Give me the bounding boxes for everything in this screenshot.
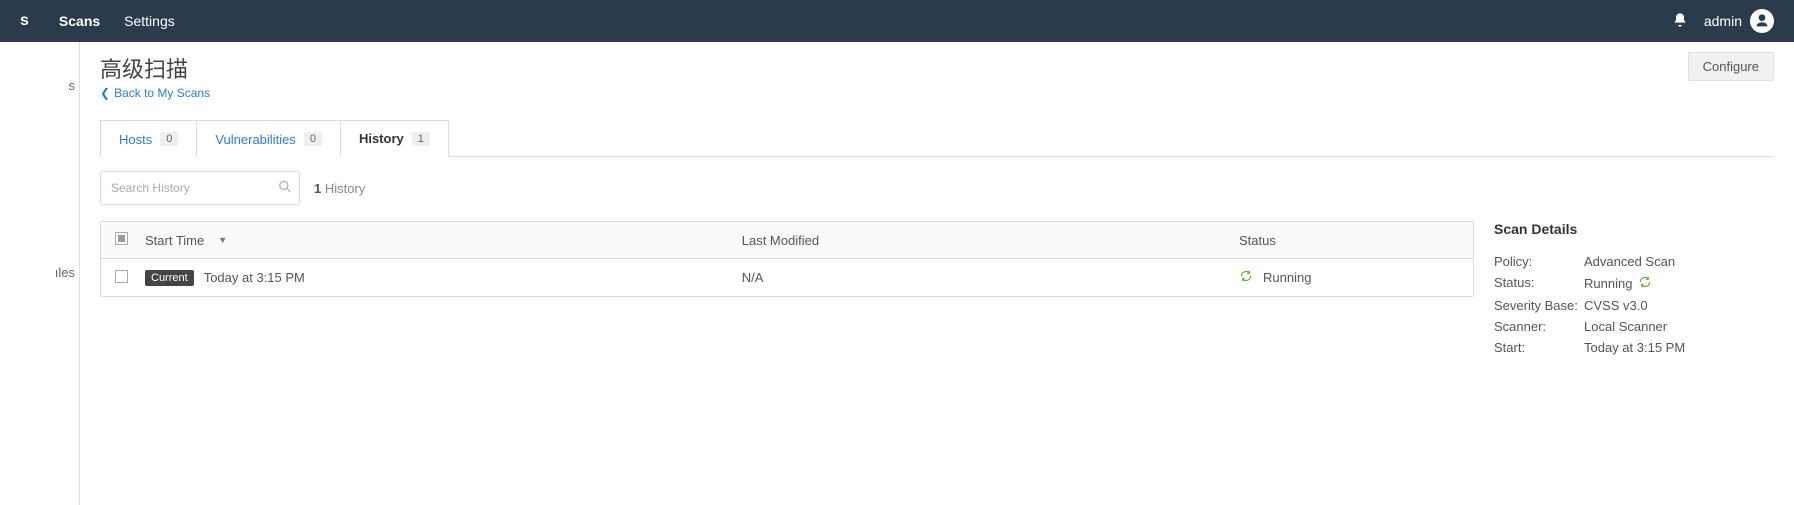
tab-hosts-label: Hosts [119, 132, 152, 147]
running-icon [1638, 275, 1652, 292]
configure-button[interactable]: Configure [1688, 52, 1774, 81]
detail-start-key: Start: [1494, 340, 1584, 355]
current-badge: Current [145, 270, 194, 286]
tab-history-label: History [359, 131, 404, 146]
avatar-icon [1750, 9, 1774, 33]
search-input[interactable] [100, 171, 300, 205]
table-header: Start Time ▼ Last Modified Status [101, 222, 1473, 259]
tab-hosts-count: 0 [160, 132, 178, 146]
row-status: Running [1263, 270, 1311, 285]
details-title: Scan Details [1494, 221, 1774, 237]
nav-settings[interactable]: Settings [124, 13, 175, 29]
topbar: s Scans Settings admin [0, 0, 1794, 42]
detail-severity-key: Severity Base: [1494, 298, 1584, 313]
history-count-label: History [325, 181, 365, 196]
user-name: admin [1704, 13, 1742, 29]
select-all-checkbox[interactable] [115, 232, 128, 245]
back-link-label: Back to My Scans [114, 86, 210, 100]
tab-history[interactable]: History 1 [340, 120, 449, 157]
row-start-time: Today at 3:15 PM [204, 270, 305, 285]
tabs: Hosts 0 Vulnerabilities 0 History 1 [100, 120, 1774, 157]
nav-scans[interactable]: Scans [59, 13, 100, 29]
sidebar: s ıles [0, 42, 80, 505]
user-menu[interactable]: admin [1704, 9, 1774, 33]
col-header-start-time[interactable]: Start Time ▼ [145, 233, 742, 248]
sidebar-item-1[interactable]: ıles [0, 259, 79, 286]
tab-vulnerabilities[interactable]: Vulnerabilities 0 [196, 120, 341, 157]
detail-scanner-value: Local Scanner [1584, 319, 1774, 334]
tab-history-count: 1 [412, 132, 430, 146]
detail-scanner-key: Scanner: [1494, 319, 1584, 334]
tab-vulns-count: 0 [304, 132, 322, 146]
content: 高级扫描 ❮ Back to My Scans Configure Hosts … [80, 42, 1794, 505]
row-last-modified: N/A [742, 270, 1239, 285]
detail-status-key: Status: [1494, 275, 1584, 292]
running-icon [1239, 269, 1253, 286]
detail-start-value: Today at 3:15 PM [1584, 340, 1774, 355]
detail-policy-value: Advanced Scan [1584, 254, 1774, 269]
scan-details: Scan Details Policy: Advanced Scan Statu… [1494, 221, 1774, 358]
sidebar-item-0[interactable]: s [0, 72, 79, 99]
history-count-text: 1 History [314, 181, 365, 196]
row-checkbox[interactable] [115, 270, 128, 283]
sort-caret-icon: ▼ [218, 235, 227, 245]
table-row[interactable]: Current Today at 3:15 PM N/A Running [101, 259, 1473, 296]
history-count-num: 1 [314, 181, 321, 196]
detail-scanner: Scanner: Local Scanner [1494, 316, 1774, 337]
chevron-left-icon: ❮ [100, 86, 110, 100]
brand-logo: s [20, 12, 29, 30]
tab-hosts[interactable]: Hosts 0 [100, 120, 197, 157]
col-header-last-modified[interactable]: Last Modified [742, 233, 1239, 248]
history-table: Start Time ▼ Last Modified Status Curren… [100, 221, 1474, 297]
detail-start: Start: Today at 3:15 PM [1494, 337, 1774, 358]
tab-vulns-label: Vulnerabilities [215, 132, 295, 147]
col-header-status[interactable]: Status [1239, 233, 1459, 248]
page-title: 高级扫描 [100, 52, 1688, 84]
detail-status-value: Running [1584, 276, 1632, 291]
detail-severity-value: CVSS v3.0 [1584, 298, 1774, 313]
detail-status: Status: Running [1494, 272, 1774, 295]
detail-policy-key: Policy: [1494, 254, 1584, 269]
detail-policy: Policy: Advanced Scan [1494, 251, 1774, 272]
detail-severity: Severity Base: CVSS v3.0 [1494, 295, 1774, 316]
notifications-icon[interactable] [1672, 12, 1688, 31]
back-link[interactable]: ❮ Back to My Scans [100, 86, 210, 100]
col-header-start-label: Start Time [145, 233, 204, 248]
